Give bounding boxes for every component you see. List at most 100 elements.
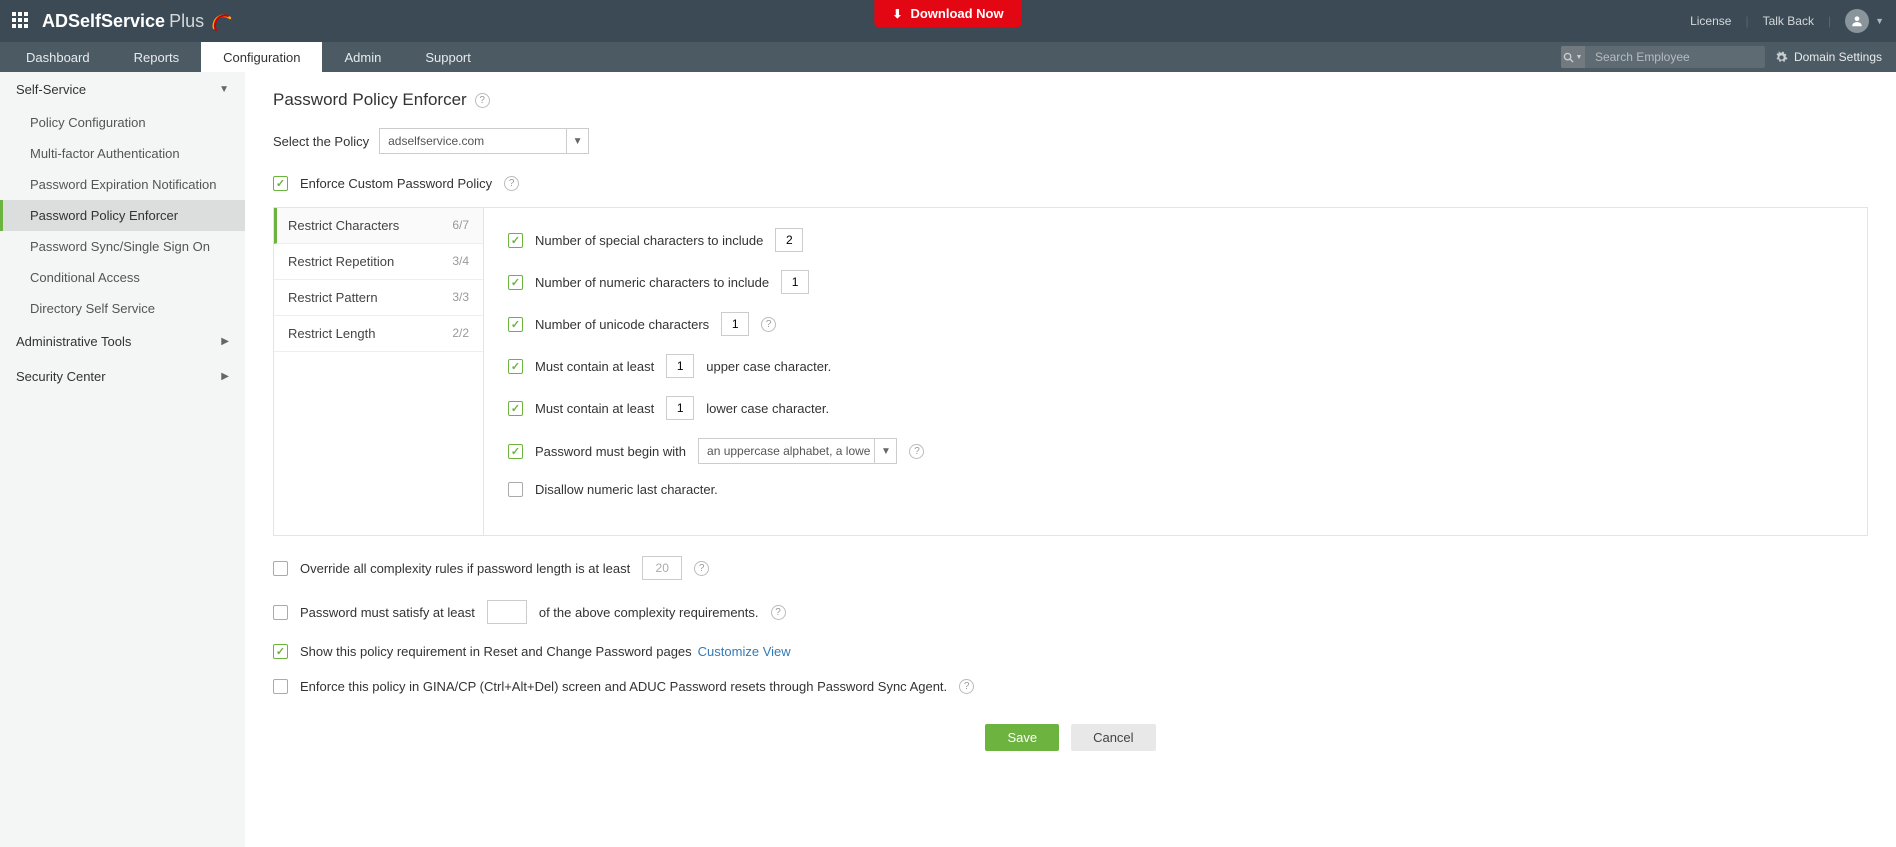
main-nav: Dashboard Reports Configuration Admin Su… bbox=[0, 42, 1896, 72]
rule-tab-count: 3/4 bbox=[452, 254, 469, 269]
rule-tab-restrict-characters[interactable]: Restrict Characters 6/7 bbox=[274, 208, 483, 244]
divider: | bbox=[1828, 14, 1831, 28]
talkback-link[interactable]: Talk Back bbox=[1763, 14, 1814, 28]
select-value: an uppercase alphabet, a lowe bbox=[707, 444, 870, 458]
tab-reports[interactable]: Reports bbox=[112, 42, 202, 72]
checkbox[interactable] bbox=[273, 561, 288, 576]
rule-label: Number of unicode characters bbox=[535, 317, 709, 332]
search-wrap: ▼ bbox=[1561, 46, 1765, 68]
rule-label: Disallow numeric last character. bbox=[535, 482, 718, 497]
satisfy-post: of the above complexity requirements. bbox=[539, 605, 759, 620]
override-length-input[interactable] bbox=[642, 556, 682, 580]
policy-select[interactable]: adselfservice.com ▼ bbox=[379, 128, 589, 154]
help-icon[interactable]: ? bbox=[959, 679, 974, 694]
avatar-icon bbox=[1845, 9, 1869, 33]
gear-icon bbox=[1775, 51, 1788, 64]
sidebar-section-security-center[interactable]: Security Center ▶ bbox=[0, 359, 245, 394]
search-input[interactable] bbox=[1585, 50, 1765, 64]
page-title-row: Password Policy Enforcer ? bbox=[273, 90, 1868, 110]
sidebar-item-pwd-expiration[interactable]: Password Expiration Notification bbox=[0, 169, 245, 200]
help-icon[interactable]: ? bbox=[475, 93, 490, 108]
rule-pre: Must contain at least bbox=[535, 359, 654, 374]
upper-count-input[interactable] bbox=[666, 354, 694, 378]
rule-disallow-numeric-last: Disallow numeric last character. bbox=[508, 482, 1843, 497]
save-button[interactable]: Save bbox=[985, 724, 1059, 751]
policy-select-value: adselfservice.com bbox=[388, 134, 484, 148]
chevron-down-icon: ▼ bbox=[566, 129, 588, 153]
sidebar-item-pwd-policy-enforcer[interactable]: Password Policy Enforcer bbox=[0, 200, 245, 231]
help-icon[interactable]: ? bbox=[909, 444, 924, 459]
rule-tab-count: 6/7 bbox=[452, 218, 469, 233]
user-menu[interactable]: ▼ bbox=[1845, 9, 1884, 33]
checkbox[interactable] bbox=[273, 605, 288, 620]
sidebar-section-self-service[interactable]: Self-Service ▼ bbox=[0, 72, 245, 107]
checkbox[interactable] bbox=[508, 444, 523, 459]
sidebar-item-conditional-access[interactable]: Conditional Access bbox=[0, 262, 245, 293]
gina-row: Enforce this policy in GINA/CP (Ctrl+Alt… bbox=[273, 679, 1868, 694]
unicode-count-input[interactable] bbox=[721, 312, 749, 336]
section-label: Self-Service bbox=[16, 82, 86, 97]
tab-admin[interactable]: Admin bbox=[322, 42, 403, 72]
checkbox[interactable] bbox=[508, 317, 523, 332]
checkbox[interactable] bbox=[273, 679, 288, 694]
checkbox[interactable] bbox=[508, 482, 523, 497]
rule-upper-case: Must contain at least upper case charact… bbox=[508, 354, 1843, 378]
tab-configuration[interactable]: Configuration bbox=[201, 42, 322, 72]
download-button[interactable]: ⬇ Download Now bbox=[874, 0, 1021, 27]
apps-grid-icon[interactable] bbox=[12, 12, 30, 30]
rule-tab-restrict-pattern[interactable]: Restrict Pattern 3/3 bbox=[274, 280, 483, 316]
special-count-input[interactable] bbox=[775, 228, 803, 252]
sidebar-item-mfa[interactable]: Multi-factor Authentication bbox=[0, 138, 245, 169]
enforce-checkbox[interactable] bbox=[273, 176, 288, 191]
rule-tab-restrict-repetition[interactable]: Restrict Repetition 3/4 bbox=[274, 244, 483, 280]
rule-tab-restrict-length[interactable]: Restrict Length 2/2 bbox=[274, 316, 483, 352]
top-right-links: License | Talk Back | ▼ bbox=[1690, 9, 1884, 33]
chevron-down-icon: ▼ bbox=[1575, 54, 1582, 61]
rule-tab-count: 2/2 bbox=[452, 326, 469, 341]
section-label: Administrative Tools bbox=[16, 334, 131, 349]
enforce-row: Enforce Custom Password Policy ? bbox=[273, 176, 1868, 191]
rule-label: Number of special characters to include bbox=[535, 233, 763, 248]
domain-settings-label: Domain Settings bbox=[1794, 50, 1882, 64]
sidebar-item-policy-config[interactable]: Policy Configuration bbox=[0, 107, 245, 138]
chevron-right-icon: ▶ bbox=[221, 336, 229, 347]
checkbox[interactable] bbox=[273, 644, 288, 659]
satisfy-count-input[interactable] bbox=[487, 600, 527, 624]
help-icon[interactable]: ? bbox=[761, 317, 776, 332]
help-icon[interactable]: ? bbox=[694, 561, 709, 576]
checkbox[interactable] bbox=[508, 359, 523, 374]
license-link[interactable]: License bbox=[1690, 14, 1731, 28]
rule-label: Password must begin with bbox=[535, 444, 686, 459]
download-label: Download Now bbox=[910, 6, 1003, 21]
checkbox[interactable] bbox=[508, 233, 523, 248]
chevron-down-icon: ▼ bbox=[874, 439, 896, 463]
rule-begin-with: Password must begin with an uppercase al… bbox=[508, 438, 1843, 464]
chevron-right-icon: ▶ bbox=[221, 371, 229, 382]
tab-dashboard[interactable]: Dashboard bbox=[4, 42, 112, 72]
override-row: Override all complexity rules if passwor… bbox=[273, 556, 1868, 580]
sidebar-section-admin-tools[interactable]: Administrative Tools ▶ bbox=[0, 324, 245, 359]
lower-count-input[interactable] bbox=[666, 396, 694, 420]
rule-tab-label: Restrict Characters bbox=[288, 218, 399, 233]
chevron-down-icon: ▼ bbox=[219, 84, 229, 95]
show-policy-row: Show this policy requirement in Reset an… bbox=[273, 644, 1868, 659]
cancel-button[interactable]: Cancel bbox=[1071, 724, 1155, 751]
rule-tab-label: Restrict Pattern bbox=[288, 290, 378, 305]
checkbox[interactable] bbox=[508, 401, 523, 416]
numeric-count-input[interactable] bbox=[781, 270, 809, 294]
help-icon[interactable]: ? bbox=[771, 605, 786, 620]
sidebar-item-directory-self-service[interactable]: Directory Self Service bbox=[0, 293, 245, 324]
rules-tabs: Restrict Characters 6/7 Restrict Repetit… bbox=[274, 208, 484, 535]
domain-settings-button[interactable]: Domain Settings bbox=[1775, 50, 1882, 64]
sidebar-item-pwd-sync[interactable]: Password Sync/Single Sign On bbox=[0, 231, 245, 262]
divider: | bbox=[1745, 14, 1748, 28]
customize-view-link[interactable]: Customize View bbox=[698, 644, 791, 659]
action-buttons: Save Cancel bbox=[273, 724, 1868, 751]
enforce-label: Enforce Custom Password Policy bbox=[300, 176, 492, 191]
tab-support[interactable]: Support bbox=[403, 42, 493, 72]
checkbox[interactable] bbox=[508, 275, 523, 290]
search-icon[interactable]: ▼ bbox=[1561, 46, 1585, 68]
help-icon[interactable]: ? bbox=[504, 176, 519, 191]
begin-with-select[interactable]: an uppercase alphabet, a lowe ▼ bbox=[698, 438, 897, 464]
show-policy-label: Show this policy requirement in Reset an… bbox=[300, 644, 692, 659]
